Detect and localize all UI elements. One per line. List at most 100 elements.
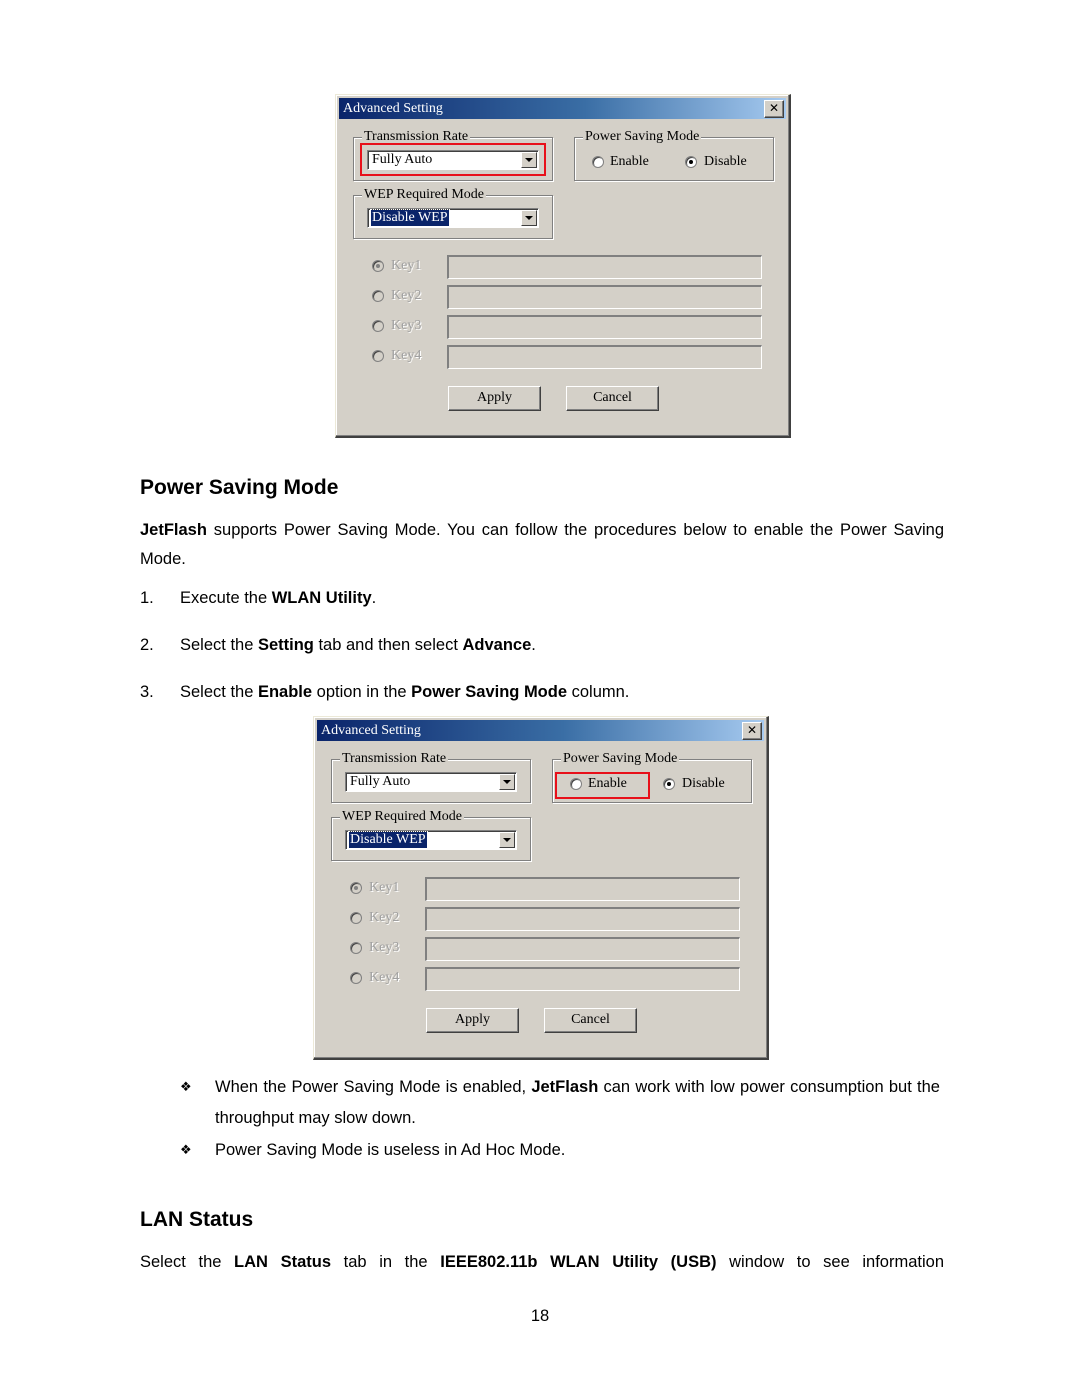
transmission-rate-combo[interactable]: Fully Auto — [367, 150, 539, 170]
key4-radio[interactable] — [350, 972, 362, 984]
transmission-rate-label: Transmission Rate — [340, 751, 449, 767]
key3-input[interactable] — [425, 937, 740, 961]
key1-label: Key1 — [391, 258, 422, 273]
enable-radio[interactable] — [592, 156, 604, 168]
close-button[interactable]: ✕ — [764, 100, 784, 118]
brand-name: JetFlash — [140, 521, 207, 539]
section-heading-lan-status: LAN Status — [140, 1208, 254, 1231]
transmission-rate-value: Fully Auto — [372, 152, 433, 167]
key2-radio[interactable] — [372, 290, 384, 302]
step-text: . — [531, 636, 536, 654]
advanced-setting-dialog-2: Advanced Setting ✕ Transmission Rate Ful… — [313, 716, 769, 1060]
diamond-bullet-icon: ❖ — [180, 1143, 192, 1158]
key2-input[interactable] — [425, 907, 740, 931]
step-item: 1. Execute the WLAN Utility. — [140, 588, 376, 608]
step-item: 2. Select the Setting tab and then select… — [140, 635, 536, 655]
para-text: Select the — [140, 1253, 235, 1271]
note-item: ❖ Power Saving Mode is useless in Ad Hoc… — [180, 1135, 940, 1166]
note-text-part: When the Power Saving Mode is enabled, — [215, 1078, 532, 1096]
step-text: tab and then select — [313, 636, 463, 654]
brand-name: JetFlash — [531, 1078, 599, 1096]
dialog-titlebar: Advanced Setting ✕ — [317, 720, 764, 741]
note-text-part: Power Saving Mode is useless in Ad Hoc M… — [215, 1141, 566, 1159]
key1-radio[interactable] — [372, 260, 384, 272]
transmission-rate-combo[interactable]: Fully Auto — [345, 772, 517, 792]
diamond-bullet-icon: ❖ — [180, 1080, 192, 1095]
key4-label: Key4 — [391, 348, 422, 363]
note-text: When the Power Saving Mode is enabled, J… — [215, 1072, 940, 1134]
disable-radio[interactable] — [685, 156, 697, 168]
wep-mode-value: Disable WEP — [370, 209, 450, 227]
apply-button[interactable]: Apply — [426, 1008, 519, 1033]
key3-radio[interactable] — [372, 320, 384, 332]
close-button[interactable]: ✕ — [742, 722, 762, 740]
power-saving-group: Power Saving Mode Enable Disable — [552, 751, 752, 803]
step-text: column. — [567, 683, 630, 701]
key3-label: Key3 — [369, 940, 400, 955]
dialog-titlebar: Advanced Setting ✕ — [339, 98, 786, 119]
key4-radio[interactable] — [372, 350, 384, 362]
key1-input[interactable] — [447, 255, 762, 279]
step-text: . — [371, 589, 377, 607]
intro-paragraph: JetFlash supports Power Saving Mode. You… — [140, 516, 944, 574]
disable-label[interactable]: Disable — [682, 776, 725, 792]
para-text: window to see information — [716, 1253, 944, 1271]
chevron-down-icon[interactable] — [521, 152, 537, 168]
key2-label: Key2 — [369, 910, 400, 925]
wep-mode-group: WEP Required Mode Disable WEP — [353, 187, 553, 239]
wep-mode-combo[interactable]: Disable WEP — [345, 830, 517, 850]
disable-label[interactable]: Disable — [704, 154, 747, 170]
wep-mode-combo[interactable]: Disable WEP — [367, 208, 539, 228]
chevron-down-icon[interactable] — [521, 210, 537, 226]
chevron-down-icon[interactable] — [499, 832, 515, 848]
section-heading-power-saving: Power Saving Mode — [140, 476, 339, 499]
key3-label: Key3 — [391, 318, 422, 333]
chevron-down-icon[interactable] — [499, 774, 515, 790]
wep-mode-group: WEP Required Mode Disable WEP — [331, 809, 531, 861]
key3-input[interactable] — [447, 315, 762, 339]
transmission-rate-group: Transmission Rate Fully Auto — [331, 751, 531, 803]
para-text: tab in the — [331, 1253, 441, 1271]
key2-input[interactable] — [447, 285, 762, 309]
wep-mode-value: Disable WEP — [348, 831, 428, 849]
key4-input[interactable] — [447, 345, 762, 369]
disable-radio[interactable] — [663, 778, 675, 790]
step-text: Execute the — [180, 589, 272, 607]
step-number: 2. — [140, 636, 154, 654]
key4-input[interactable] — [425, 967, 740, 991]
power-saving-label: Power Saving Mode — [561, 751, 680, 767]
dialog-title: Advanced Setting — [343, 101, 443, 116]
para-bold: IEEE802.11b WLAN Utility (USB) — [440, 1253, 717, 1271]
step-text: Select the — [180, 683, 258, 701]
note-item: ❖ When the Power Saving Mode is enabled,… — [180, 1072, 940, 1134]
wep-mode-label: WEP Required Mode — [362, 187, 487, 203]
power-saving-group: Power Saving Mode Enable Disable — [574, 129, 774, 181]
step-number: 3. — [140, 683, 154, 701]
page-number: 18 — [530, 1307, 550, 1325]
step-bold: Power Saving Mode — [411, 683, 568, 701]
transmission-rate-group: Transmission Rate Fully Auto — [353, 129, 553, 181]
intro-text: supports Power Saving Mode. You can foll… — [140, 521, 944, 568]
dialog-title: Advanced Setting — [321, 723, 421, 738]
step-text: Select the — [180, 636, 258, 654]
step-bold: Advance — [462, 636, 532, 654]
enable-label[interactable]: Enable — [588, 776, 627, 792]
enable-radio[interactable] — [570, 778, 582, 790]
key1-label: Key1 — [369, 880, 400, 895]
close-icon: ✕ — [768, 101, 780, 115]
enable-label[interactable]: Enable — [610, 154, 649, 170]
advanced-setting-dialog-1: Advanced Setting ✕ Transmission Rate Ful… — [335, 94, 791, 438]
transmission-rate-label: Transmission Rate — [362, 129, 471, 145]
key3-radio[interactable] — [350, 942, 362, 954]
key1-input[interactable] — [425, 877, 740, 901]
lan-status-paragraph: Select the LAN Status tab in the IEEE802… — [140, 1248, 944, 1277]
cancel-button[interactable]: Cancel — [566, 386, 659, 411]
step-bold: WLAN Utility — [271, 589, 372, 607]
apply-button[interactable]: Apply — [448, 386, 541, 411]
note-text: Power Saving Mode is useless in Ad Hoc M… — [215, 1135, 940, 1166]
key2-radio[interactable] — [350, 912, 362, 924]
power-saving-label: Power Saving Mode — [583, 129, 702, 145]
key1-radio[interactable] — [350, 882, 362, 894]
key4-label: Key4 — [369, 970, 400, 985]
cancel-button[interactable]: Cancel — [544, 1008, 637, 1033]
